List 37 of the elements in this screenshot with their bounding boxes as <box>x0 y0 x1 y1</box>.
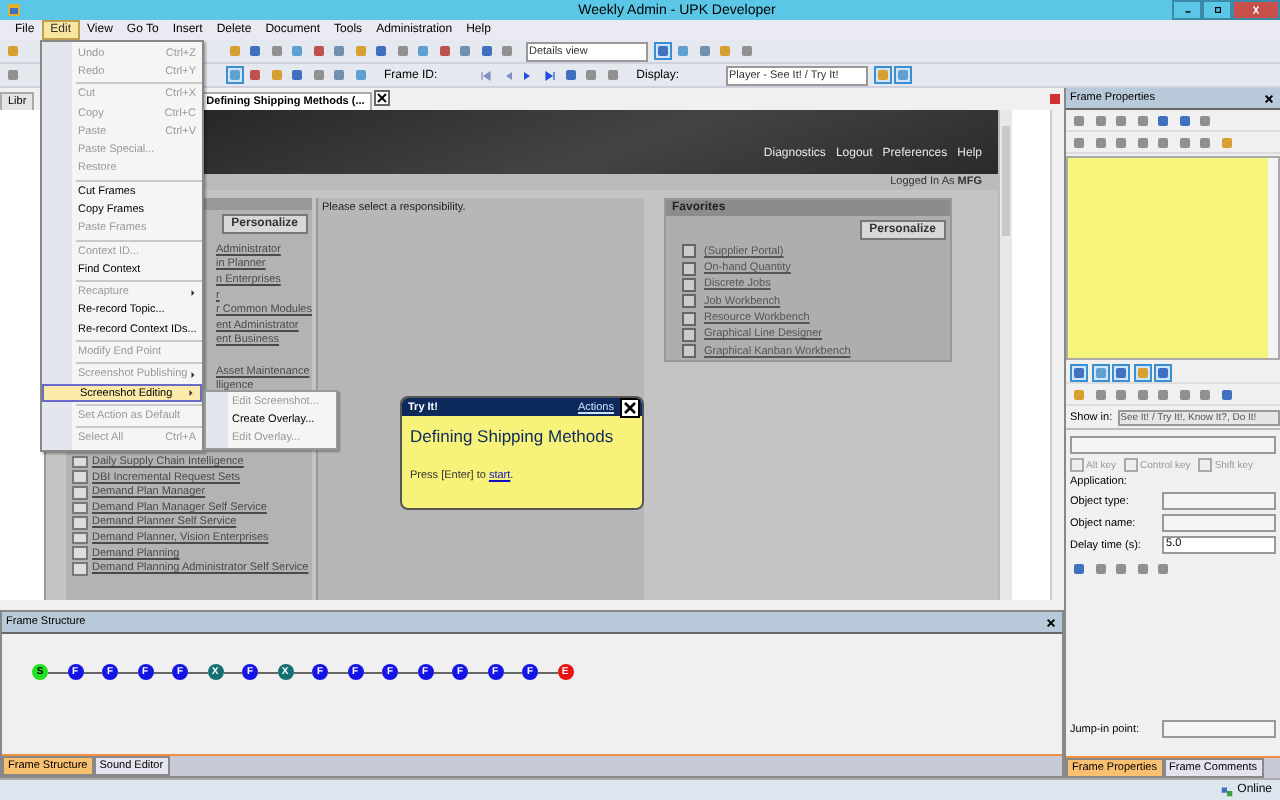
dropdown-field[interactable] <box>1162 492 1276 510</box>
connector-line <box>48 671 67 673</box>
connector-line <box>433 671 452 673</box>
connector-line <box>258 671 277 673</box>
connector-line <box>363 671 382 673</box>
skip-back-icon <box>478 67 495 83</box>
connector-line <box>188 671 207 673</box>
submenu-arrow-icon <box>190 287 196 298</box>
scrollbar[interactable] <box>1050 110 1064 600</box>
bubble-title: Defining Shipping Methods <box>408 424 616 446</box>
text-area[interactable] <box>1066 156 1280 360</box>
input-field[interactable] <box>1162 720 1276 738</box>
last-frame-button[interactable] <box>540 66 559 84</box>
connector-line <box>118 671 137 673</box>
connector-line <box>293 671 312 673</box>
close-icon[interactable] <box>1046 617 1056 627</box>
connector-line <box>223 671 242 673</box>
network-icon <box>1219 783 1234 797</box>
maximize-button[interactable] <box>1202 0 1232 20</box>
input-field[interactable] <box>1162 514 1276 532</box>
dropdown-field[interactable] <box>1070 436 1276 454</box>
skip-forward-icon <box>541 67 558 83</box>
close-icon[interactable] <box>1264 93 1274 103</box>
app-icon <box>6 2 22 18</box>
connector-line <box>503 671 522 673</box>
close-icon[interactable] <box>374 90 391 106</box>
close-icon <box>1250 4 1262 16</box>
first-frame-button[interactable] <box>477 66 496 84</box>
connector-line <box>538 671 557 673</box>
connector-line <box>328 671 347 673</box>
connector-line <box>83 671 102 673</box>
scrollbar[interactable] <box>998 110 1012 600</box>
connector-line <box>468 671 487 673</box>
maximize-icon <box>1211 4 1223 16</box>
connector-line <box>398 671 417 673</box>
connector-line <box>153 671 172 673</box>
close-button[interactable] <box>620 398 640 417</box>
